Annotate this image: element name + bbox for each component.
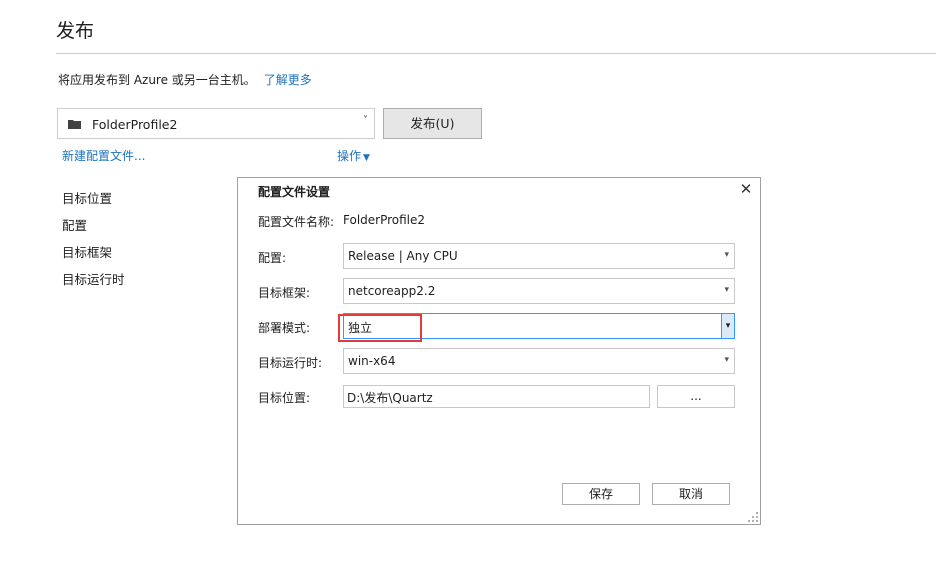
new-profile-link[interactable]: 新建配置文件...	[62, 147, 145, 164]
publish-button[interactable]: 发布(U)	[383, 108, 482, 139]
sidebar-item-target-framework: 目标框架	[62, 245, 113, 260]
deployment-mode-label: 部署模式:	[258, 321, 311, 335]
target-framework-value: netcoreapp2.2	[348, 284, 436, 298]
cancel-button[interactable]: 取消	[652, 483, 730, 505]
actions-label: 操作	[337, 149, 362, 163]
actions-menu[interactable]: 操作 ▼	[337, 147, 370, 164]
page-title: 发布	[56, 20, 95, 42]
profile-name: FolderProfile2	[92, 117, 178, 132]
target-framework-dropdown[interactable]: netcoreapp2.2 ▾	[343, 278, 735, 304]
chevron-down-icon[interactable]: ▾	[721, 313, 735, 339]
configuration-value: Release | Any CPU	[348, 249, 458, 263]
chevron-down-icon: ▾	[724, 355, 729, 365]
chevron-down-icon: ▾	[724, 250, 729, 260]
target-location-label: 目标位置:	[258, 391, 311, 405]
profile-settings-dialog: 配置文件设置 ✕ 配置文件名称: FolderProfile2 配置: Rele…	[237, 177, 761, 525]
target-framework-label: 目标框架:	[258, 286, 311, 300]
configuration-label: 配置:	[258, 251, 287, 265]
target-runtime-value: win-x64	[348, 354, 396, 368]
resize-grip-icon[interactable]	[747, 511, 759, 523]
browse-button[interactable]: ...	[657, 385, 735, 408]
target-runtime-label: 目标运行时:	[258, 356, 323, 370]
target-location-value: D:\发布\Quartz	[347, 391, 433, 405]
target-runtime-dropdown[interactable]: win-x64 ▾	[343, 348, 735, 374]
chevron-down-icon: ▾	[724, 285, 729, 295]
sidebar-item-configuration: 配置	[62, 218, 88, 233]
page-description: 将应用发布到 Azure 或另一台主机。 了解更多	[58, 71, 312, 88]
learn-more-link[interactable]: 了解更多	[264, 73, 312, 87]
profile-dropdown[interactable]: FolderProfile2 ˅	[57, 108, 375, 139]
configuration-dropdown[interactable]: Release | Any CPU ▾	[343, 243, 735, 269]
description-text: 将应用发布到 Azure 或另一台主机。	[58, 73, 256, 87]
profile-name-value: FolderProfile2	[343, 213, 426, 227]
save-button[interactable]: 保存	[562, 483, 640, 505]
dialog-title: 配置文件设置	[258, 185, 331, 199]
caret-down-icon: ▼	[363, 153, 370, 163]
target-location-input[interactable]: D:\发布\Quartz	[343, 385, 650, 408]
close-icon[interactable]: ✕	[738, 180, 754, 198]
sidebar-item-target-location: 目标位置	[62, 191, 113, 206]
title-divider	[56, 53, 936, 54]
chevron-down-icon: ˅	[363, 115, 368, 126]
sidebar-item-target-runtime: 目标运行时	[62, 272, 125, 287]
highlight-box	[338, 314, 422, 342]
folder-icon	[68, 120, 81, 129]
profile-name-label: 配置文件名称:	[258, 215, 335, 229]
